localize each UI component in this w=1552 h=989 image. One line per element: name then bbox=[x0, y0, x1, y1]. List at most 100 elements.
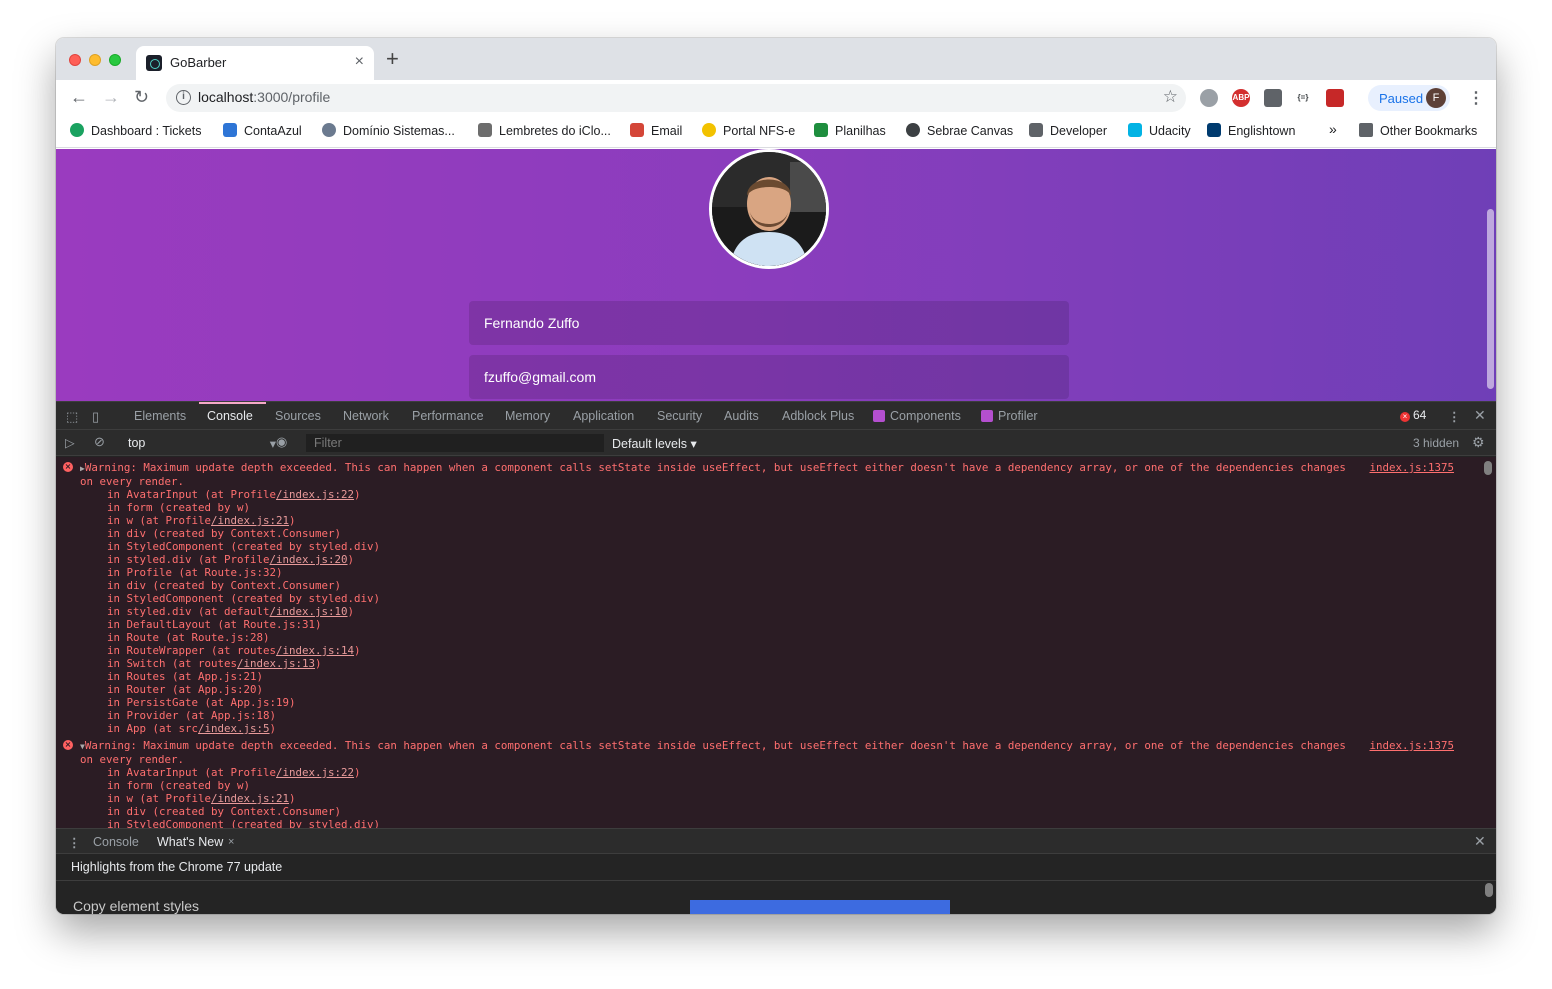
maximize-window-button[interactable] bbox=[109, 54, 121, 66]
udacity-icon bbox=[1128, 123, 1142, 137]
tab-performance[interactable]: Performance bbox=[412, 409, 484, 423]
chrome-menu-icon[interactable]: ⋮ bbox=[1468, 88, 1484, 108]
live-expression-eye-icon[interactable]: ◉ bbox=[276, 434, 287, 450]
tab-elements[interactable]: Elements bbox=[134, 409, 186, 423]
devtools-close-icon[interactable]: ✕ bbox=[1474, 407, 1486, 424]
bookmark-item[interactable]: Englishtown bbox=[1207, 123, 1295, 138]
abp-icon[interactable]: ABP bbox=[1232, 89, 1250, 107]
context-select[interactable]: top ▾ bbox=[128, 436, 276, 451]
bookmark-item[interactable]: Lembretes do iClo... bbox=[478, 123, 611, 138]
bookmark-item[interactable]: Udacity bbox=[1128, 123, 1191, 138]
shield-ext-icon[interactable] bbox=[1264, 89, 1282, 107]
page-scrollbar[interactable] bbox=[1487, 209, 1494, 389]
stack-frame-link[interactable]: /index.js:22 bbox=[276, 488, 354, 501]
console-error-message[interactable]: × ▶Warning: Maximum update depth exceeded… bbox=[56, 461, 1482, 735]
tab-security[interactable]: Security bbox=[657, 409, 702, 423]
stack-frame-link[interactable]: /index.js:14 bbox=[276, 644, 354, 657]
console-scrollbar[interactable] bbox=[1484, 461, 1492, 826]
bookmarks-overflow-button[interactable]: » bbox=[1329, 121, 1337, 137]
source-link[interactable]: index.js:1375 bbox=[1369, 739, 1454, 752]
stack-frame-link[interactable]: /index.js:20 bbox=[270, 553, 348, 566]
stack-frame-link[interactable]: /index.js:21 bbox=[211, 514, 289, 527]
paused-label: Paused bbox=[1379, 91, 1424, 106]
stack-frame: in App (at src/index.js:5) bbox=[107, 722, 1482, 735]
new-tab-button[interactable]: + bbox=[386, 48, 399, 70]
sidebar-toggle-icon[interactable]: ▷ bbox=[65, 435, 75, 450]
devtools-menu-icon[interactable]: ⋮ bbox=[1448, 409, 1461, 424]
stack-frame-text: ) bbox=[289, 514, 296, 527]
drawer-menu-icon[interactable]: ⋮ bbox=[68, 835, 81, 850]
drawer-tab-console[interactable]: Console bbox=[93, 835, 139, 849]
stack-frame: in StyledComponent (created by styled.di… bbox=[107, 540, 1482, 553]
tab-network[interactable]: Network bbox=[343, 409, 389, 423]
bookmark-item[interactable]: Sebrae Canvas bbox=[906, 123, 1013, 138]
bookmark-item[interactable]: Dashboard : Tickets bbox=[70, 123, 201, 138]
bookmark-item[interactable]: Portal NFS-e bbox=[702, 123, 795, 138]
tab-profiler[interactable]: Profiler bbox=[981, 409, 1038, 423]
email-input[interactable]: fzuffo@gmail.com bbox=[469, 355, 1069, 399]
close-window-button[interactable] bbox=[69, 54, 81, 66]
json-ext-icon[interactable]: {=} bbox=[1294, 89, 1312, 107]
tab-label: Console bbox=[207, 409, 253, 423]
tab-components[interactable]: Components bbox=[873, 409, 961, 423]
bookmark-item[interactable]: Email bbox=[630, 123, 682, 138]
other-bookmarks-button[interactable]: Other Bookmarks bbox=[1359, 123, 1477, 138]
stack-frame: in PersistGate (at App.js:19) bbox=[107, 696, 1482, 709]
tab-label: Sources bbox=[275, 409, 321, 423]
whats-new-close-icon[interactable]: × bbox=[228, 836, 234, 848]
bookmark-label: Englishtown bbox=[1228, 124, 1296, 138]
tab-audits[interactable]: Audits bbox=[724, 409, 759, 423]
bookmark-item[interactable]: Domínio Sistemas... bbox=[322, 123, 455, 138]
profile-paused-button[interactable]: Paused F bbox=[1368, 85, 1450, 111]
clear-console-icon[interactable]: ⊘ bbox=[94, 434, 105, 450]
stack-frame-link[interactable]: /index.js:13 bbox=[237, 657, 315, 670]
stack-frame-link[interactable]: /index.js:10 bbox=[270, 605, 348, 618]
bookmark-item[interactable]: ContaAzul bbox=[223, 123, 302, 138]
stack-frame-link[interactable]: /index.js:21 bbox=[211, 792, 289, 805]
url-text[interactable]: localhost:3000/profile bbox=[198, 89, 330, 105]
stack-frame-text: ) bbox=[347, 553, 355, 566]
bookmark-item[interactable]: Planilhas bbox=[814, 123, 886, 138]
drawer-close-icon[interactable]: ✕ bbox=[1474, 833, 1486, 850]
stack-frame: in AvatarInput (at Profile/index.js:22) bbox=[107, 488, 1482, 501]
tab-application[interactable]: Application bbox=[573, 409, 634, 423]
device-toolbar-icon[interactable]: ▯ bbox=[92, 409, 99, 425]
devtools-tab-bar: ⬚ ▯ Elements Console Sources Network Perform… bbox=[56, 402, 1496, 430]
bookmark-star-icon[interactable]: ☆ bbox=[1163, 87, 1178, 107]
console-error-message[interactable]: × ▼Warning: Maximum update depth exceeded… bbox=[56, 739, 1482, 828]
tab-memory[interactable]: Memory bbox=[505, 409, 550, 423]
red-ext-icon[interactable] bbox=[1326, 89, 1344, 107]
stack-frame-link[interactable]: /index.js:22 bbox=[276, 766, 354, 779]
name-input[interactable]: Fernando Zuffo bbox=[469, 301, 1069, 345]
tab-adblock-plus[interactable]: Adblock Plus bbox=[782, 409, 854, 423]
drawer-tab-whats-new[interactable]: What's New bbox=[157, 835, 223, 849]
tab-gobarber[interactable]: GoBarber × bbox=[136, 46, 374, 80]
profile-page: Fernando Zuffo fzuffo@gmail.com bbox=[56, 149, 1496, 401]
stack-frame: in form (created by w) bbox=[107, 501, 1482, 514]
source-link[interactable]: index.js:1375 bbox=[1369, 461, 1454, 474]
profile-avatar-image[interactable] bbox=[709, 149, 829, 269]
error-count-badge[interactable]: × 64 bbox=[1400, 408, 1426, 422]
console-settings-gear-icon[interactable]: ⚙ bbox=[1472, 434, 1485, 451]
inspect-element-icon[interactable]: ⬚ bbox=[66, 409, 78, 425]
tab-label: Security bbox=[657, 409, 703, 423]
stack-frame: in Route (at Route.js:28) bbox=[107, 631, 1482, 644]
minimize-window-button[interactable] bbox=[89, 54, 101, 66]
tab-sources[interactable]: Sources bbox=[275, 409, 321, 423]
stack-frame-link[interactable]: /index.js:5 bbox=[198, 722, 270, 735]
tab-console[interactable]: Console bbox=[207, 409, 253, 423]
tab-label: Audits bbox=[724, 409, 759, 423]
address-bar[interactable]: i localhost:3000/profile ☆ bbox=[166, 84, 1186, 112]
tab-close-icon[interactable]: × bbox=[355, 53, 364, 71]
drawer-scrollbar[interactable] bbox=[1485, 883, 1493, 897]
tab-label: Profiler bbox=[998, 409, 1038, 423]
back-icon[interactable]: ← bbox=[70, 87, 88, 108]
reload-icon[interactable]: ↻ bbox=[134, 87, 149, 108]
bookmark-item[interactable]: Developer bbox=[1029, 123, 1107, 138]
site-info-icon[interactable]: i bbox=[176, 90, 191, 105]
forward-icon[interactable]: → bbox=[102, 87, 120, 108]
grey-balloon-icon[interactable] bbox=[1200, 89, 1218, 107]
console-filter-input[interactable]: Filter bbox=[306, 434, 604, 452]
stack-frame-text: ) bbox=[315, 657, 322, 670]
log-levels-dropdown[interactable]: Default levels ▾ bbox=[612, 436, 697, 451]
